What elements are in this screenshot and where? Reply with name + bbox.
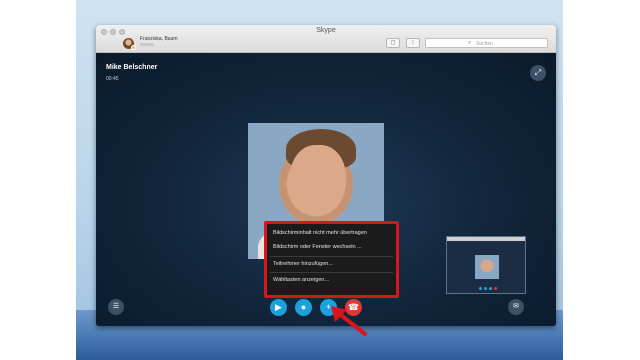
search-placeholder: Suchen — [476, 41, 493, 47]
fullscreen-button[interactable]: ⤢ — [530, 65, 546, 81]
new-conversation-button[interactable]: ◻ — [386, 38, 400, 48]
preview-control-dot — [479, 287, 482, 290]
call-area: Mike Belschner 00:45 ⤢ Bildschirminhalt … — [96, 53, 556, 326]
menu-item-show-dialpad[interactable]: Wähltasten anzeigen... — [273, 277, 329, 283]
video-camera-icon: ▶ — [275, 302, 282, 312]
search-input[interactable]: ⌕ Suchen — [425, 38, 548, 48]
menu-item-switch-screen[interactable]: Bildschirm oder Fenster wechseln ... — [273, 244, 362, 250]
menu-separator — [270, 256, 393, 257]
window-title: Skype — [316, 27, 336, 34]
preview-control-dot — [484, 287, 487, 290]
preview-video — [475, 255, 499, 279]
profile-name[interactable]: Franziska, Baum — [140, 36, 178, 42]
self-view-preview[interactable] — [446, 236, 526, 294]
preview-control-dot — [489, 287, 492, 290]
share-menu-popup: Bildschirminhalt nicht mehr übertragen B… — [264, 221, 399, 298]
presence-status-icon — [131, 45, 136, 50]
search-icon: ⌕ — [468, 40, 472, 46]
title-bar: Skype Franziska, Baum ◻ ⁝ ⌕ Suchen — [96, 25, 556, 53]
menu-button[interactable]: ☰ — [108, 299, 124, 315]
hamburger-icon: ☰ — [112, 303, 120, 310]
desktop-background: Skype Franziska, Baum ◻ ⁝ ⌕ Suchen Mike … — [76, 0, 563, 360]
preview-titlebar — [447, 237, 525, 241]
video-person-face — [290, 145, 346, 215]
menu-item-add-participants[interactable]: Teilnehmer hinzufügen... — [273, 261, 333, 267]
menu-item-stop-sharing[interactable]: Bildschirminhalt nicht mehr übertragen — [273, 230, 367, 236]
dialpad-icon: ⁝ — [412, 40, 414, 46]
menu-separator — [270, 272, 393, 273]
chat-bubble-icon: ✉ — [513, 303, 519, 310]
call-duration: 00:45 — [106, 76, 119, 82]
preview-control-dot — [494, 287, 497, 290]
dialpad-button[interactable]: ⁝ — [406, 38, 420, 48]
new-chat-icon: ◻ — [390, 40, 396, 46]
mute-button[interactable]: ● — [295, 299, 312, 316]
skype-window: Skype Franziska, Baum ◻ ⁝ ⌕ Suchen Mike … — [96, 25, 556, 326]
red-pointer-arrow-icon — [331, 306, 367, 336]
video-toggle-button[interactable]: ▶ — [270, 299, 287, 316]
microphone-icon: ● — [300, 302, 307, 312]
profile-mood — [140, 43, 154, 46]
expand-icon: ⤢ — [534, 68, 542, 77]
caller-name: Mike Belschner — [106, 64, 158, 71]
chat-button[interactable]: ✉ — [508, 299, 524, 315]
